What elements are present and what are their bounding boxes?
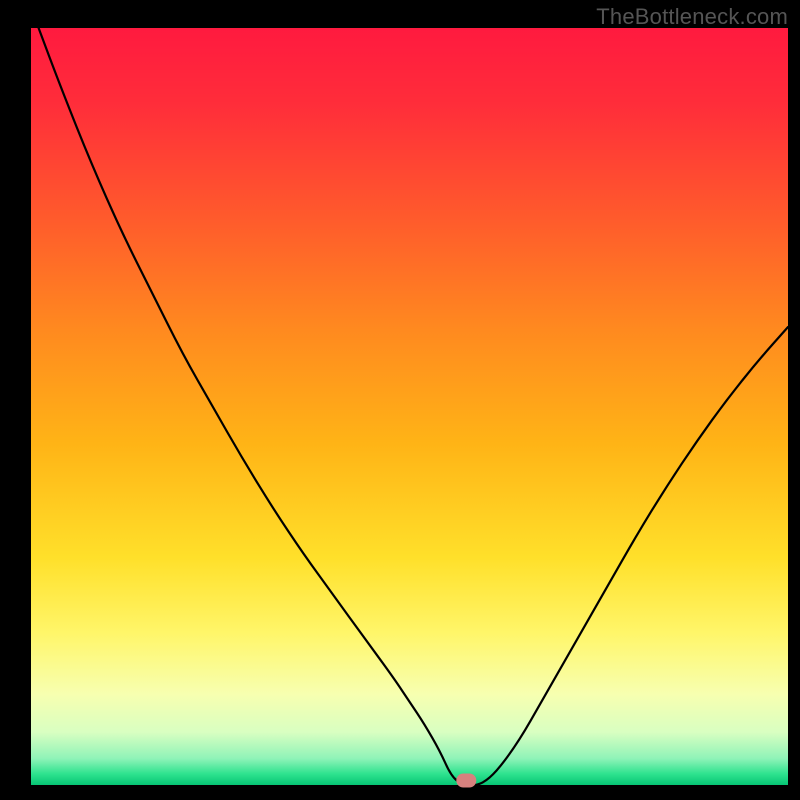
optimal-marker (456, 774, 476, 788)
chart-stage: TheBottleneck.com (0, 0, 800, 800)
watermark-label: TheBottleneck.com (596, 4, 788, 30)
bottleneck-chart (0, 0, 800, 800)
plot-background (31, 28, 788, 785)
